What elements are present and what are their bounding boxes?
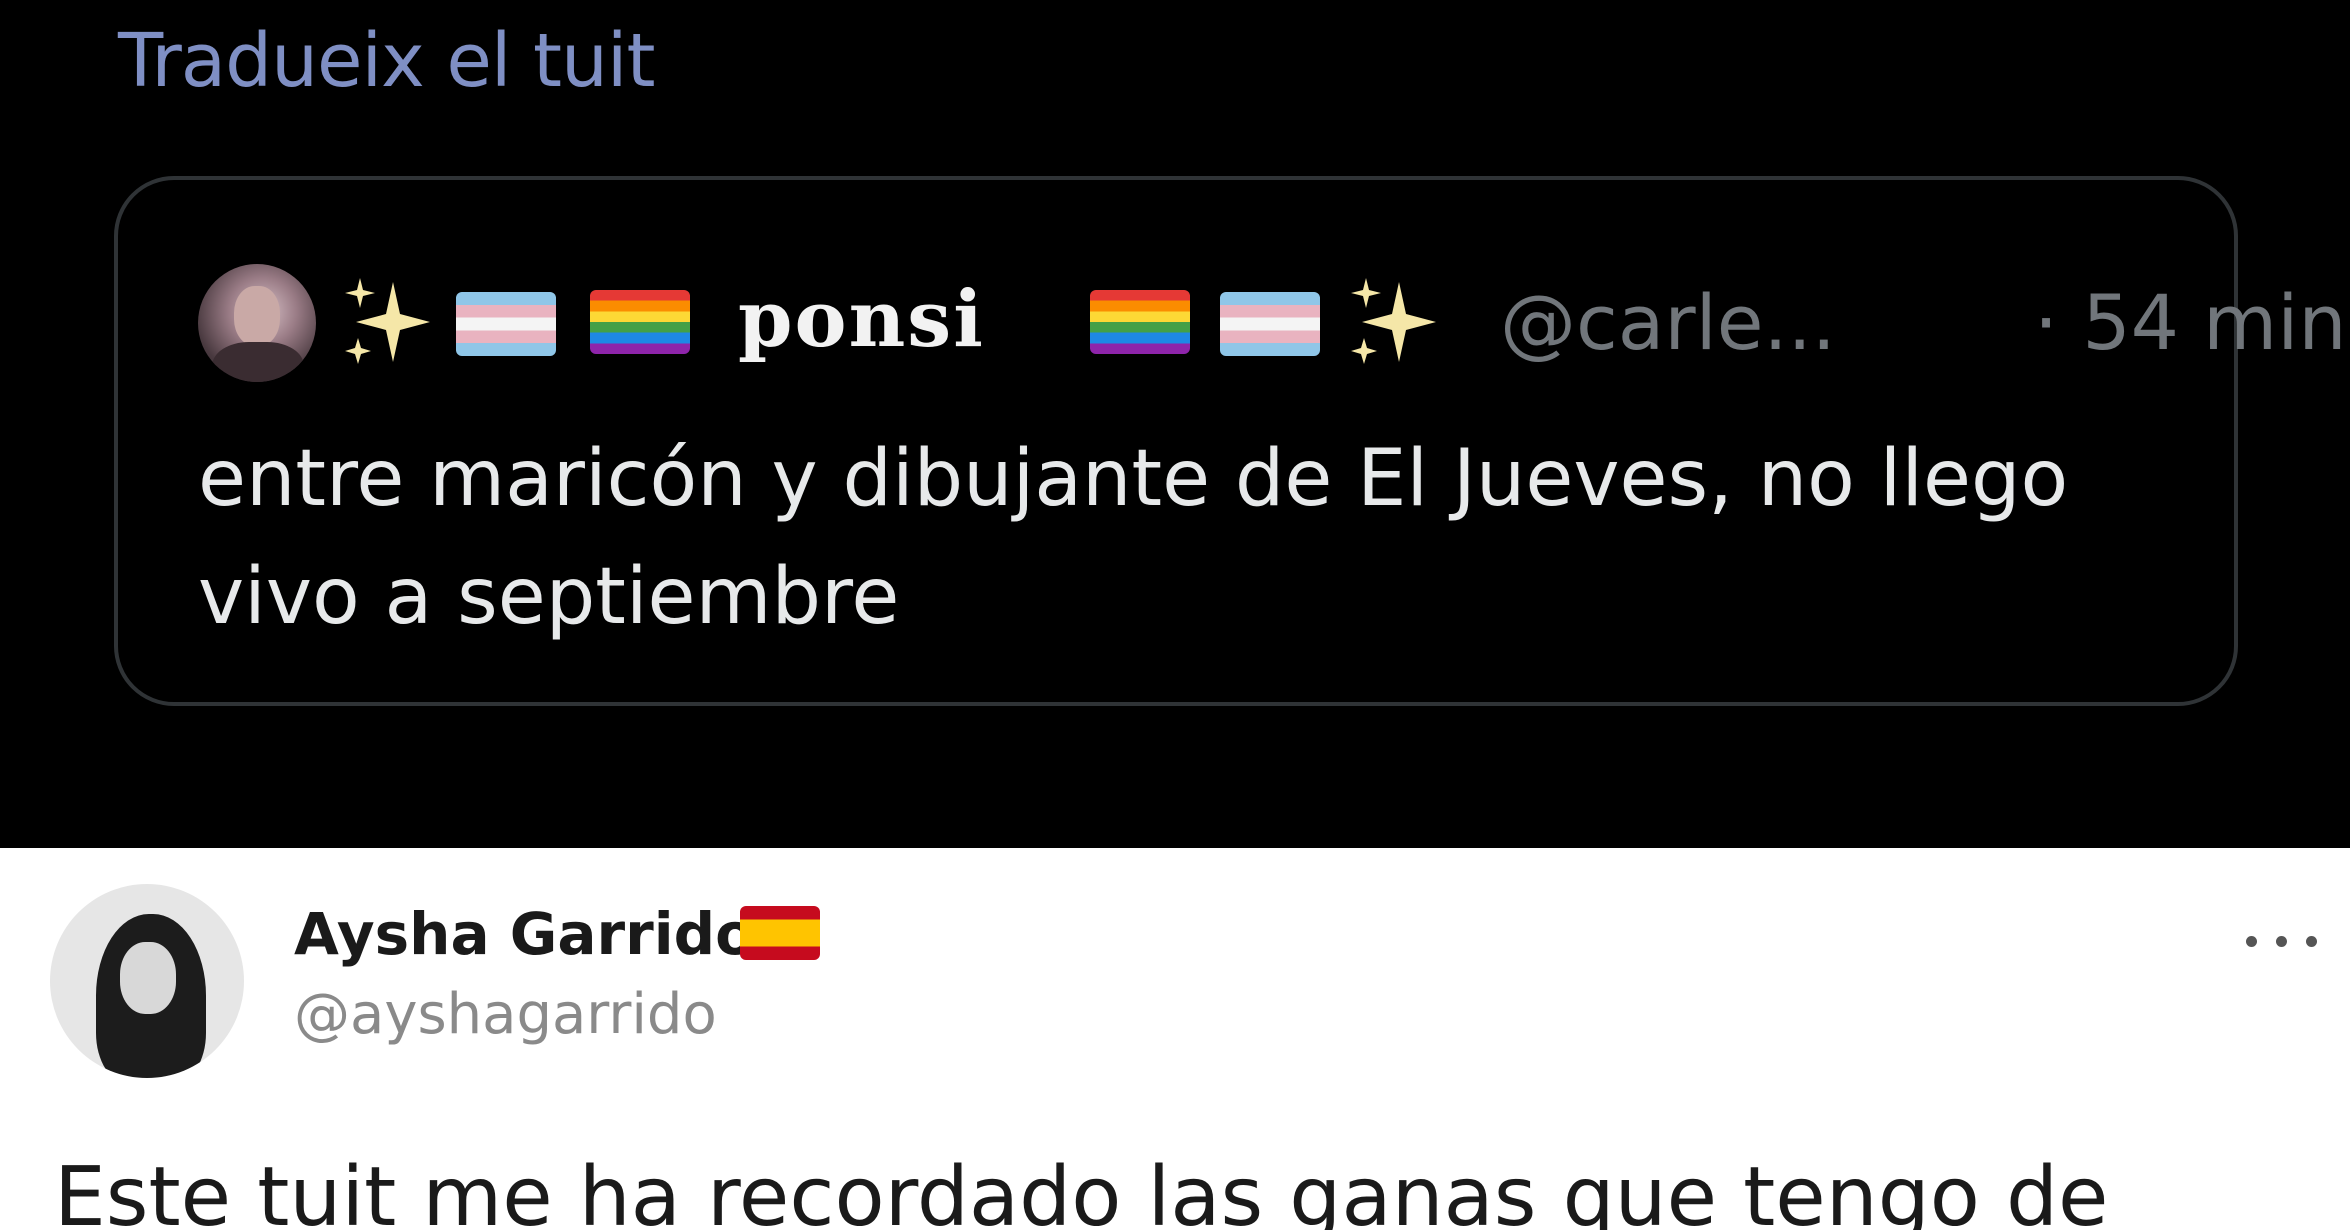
author-avatar[interactable] [50,884,244,1078]
rainbow-flag-icon [1090,290,1190,354]
translate-tweet-link[interactable]: Tradueix el tuit [118,18,655,104]
quoted-tweet-header: ponsi @carle... · 54 min [198,264,2347,394]
transgender-flag-icon [1220,292,1320,356]
quoted-tweet-timestamp[interactable]: · 54 min [2034,278,2347,367]
sparkles-icon [345,278,430,364]
spain-flag-icon [740,906,820,960]
author-name[interactable]: Aysha Garrido [294,900,755,968]
tweet-text: Este tuit me ha recordado las ganas que … [54,1150,2109,1230]
sparkles-icon [1351,278,1436,364]
dark-tweet-panel: Tradueix el tuit ponsi @carle... · 54 mi… [0,0,2350,848]
quoted-author-name[interactable]: ponsi [738,274,985,365]
quoted-tweet-text: entre maricón y dibujante de El Jueves, … [198,434,2069,642]
transgender-flag-icon [456,292,556,356]
quoted-tweet-card[interactable]: ponsi @carle... · 54 min entre maricón y… [114,176,2347,706]
light-tweet-panel: Aysha Garrido @ayshagarrido Este tuit me… [0,848,2350,1230]
rainbow-flag-icon [590,290,690,354]
more-options-icon[interactable] [2238,912,2328,972]
author-handle[interactable]: @ayshagarrido [294,982,717,1047]
quoted-author-avatar[interactable] [198,264,316,382]
quoted-author-handle[interactable]: @carle... [1500,278,1836,367]
